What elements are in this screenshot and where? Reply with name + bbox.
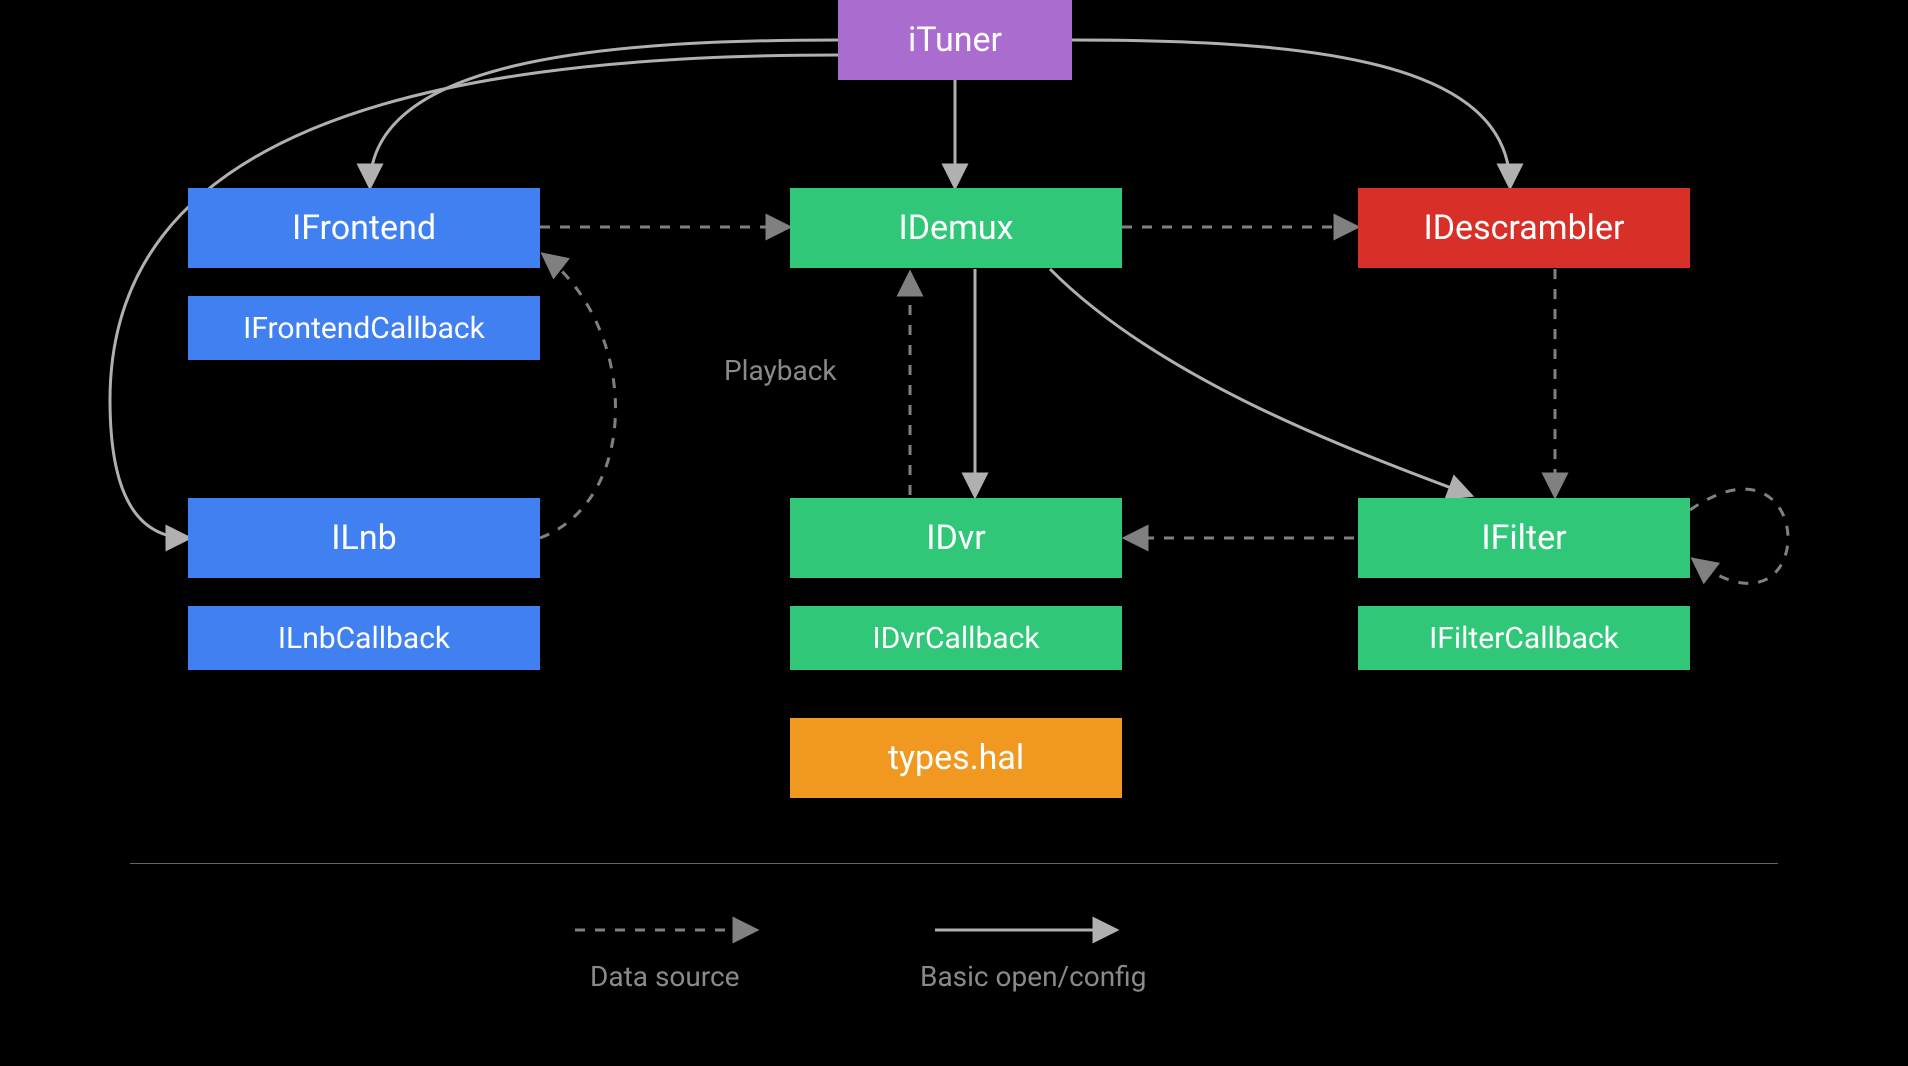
box-ituner: iTuner (838, 0, 1072, 80)
edge-ifilter-self (1690, 489, 1788, 583)
box-idvr: IDvr (790, 498, 1122, 578)
box-types-label: types.hal (888, 738, 1024, 778)
box-idemux-label: IDemux (898, 208, 1013, 248)
box-idvr-label: IDvr (926, 518, 986, 558)
box-idvr-callback-label: IDvrCallback (872, 621, 1039, 656)
box-ifrontend-callback-label: IFrontendCallback (243, 311, 485, 346)
legend-data-source: Data source (590, 960, 740, 993)
edge-ituner-ifrontend (370, 40, 838, 186)
box-ilnb-label: ILnb (331, 518, 396, 558)
box-ifilter-label: IFilter (1481, 518, 1566, 558)
edge-ilnb-ifrontend (540, 255, 616, 538)
diagram-canvas: iTuner IFrontend IFrontendCallback IDemu… (0, 0, 1908, 1066)
box-ifrontend-label: IFrontend (292, 208, 436, 248)
legend-basic: Basic open/config (920, 960, 1146, 993)
box-ifilter-callback: IFilterCallback (1358, 606, 1690, 670)
box-types: types.hal (790, 718, 1122, 798)
legend-separator (130, 863, 1778, 864)
box-idvr-callback: IDvrCallback (790, 606, 1122, 670)
box-ilnb-callback-label: ILnbCallback (278, 621, 450, 656)
box-ifrontend: IFrontend (188, 188, 540, 268)
box-idescrambler-label: IDescrambler (1423, 208, 1624, 248)
box-idemux: IDemux (790, 188, 1122, 268)
box-ilnb-callback: ILnbCallback (188, 606, 540, 670)
box-ituner-label: iTuner (908, 20, 1002, 60)
box-ifrontend-callback: IFrontendCallback (188, 296, 540, 360)
box-ifilter: IFilter (1358, 498, 1690, 578)
edge-ituner-idescrambler (1072, 40, 1510, 186)
edge-idemux-ifilter (1050, 269, 1470, 495)
box-idescrambler: IDescrambler (1358, 188, 1690, 268)
label-playback: Playback (724, 354, 837, 387)
box-ilnb: ILnb (188, 498, 540, 578)
box-ifilter-callback-label: IFilterCallback (1429, 621, 1619, 656)
